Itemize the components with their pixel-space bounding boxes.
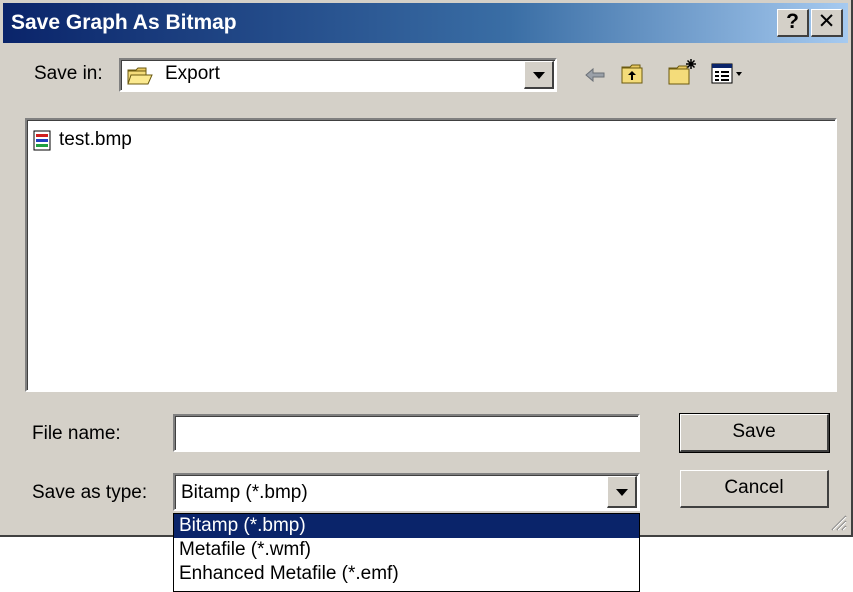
new-folder-icon[interactable] [668, 57, 698, 87]
close-icon: ✕ [817, 10, 836, 33]
save-button[interactable]: Save [679, 413, 830, 453]
help-icon: ? [786, 10, 799, 33]
save-as-type-combobox[interactable]: Bitamp (*.bmp) [173, 473, 640, 511]
resize-grip-icon[interactable] [829, 513, 847, 531]
save-dialog: Save Graph As Bitmap ? ✕ Save in: Export [0, 0, 853, 537]
file-name: test.bmp [59, 129, 132, 150]
folder-icon [127, 67, 153, 85]
save-in-label: Save in: [34, 63, 103, 84]
bitmap-file-icon [33, 130, 51, 151]
close-button[interactable]: ✕ [811, 9, 843, 37]
file-name-field[interactable] [173, 414, 640, 452]
type-option-wmf[interactable]: Metafile (*.wmf) [174, 538, 639, 562]
window-title: Save Graph As Bitmap [11, 11, 237, 34]
save-in-value: Export [165, 63, 220, 84]
view-menu-icon[interactable] [711, 63, 745, 85]
file-list[interactable]: test.bmp [25, 118, 837, 392]
title-bar[interactable]: Save Graph As Bitmap ? ✕ [3, 3, 848, 43]
save-as-type-dropdown-list[interactable]: Bitamp (*.bmp) Metafile (*.wmf) Enhanced… [173, 513, 640, 592]
type-option-emf[interactable]: Enhanced Metafile (*.emf) [174, 562, 639, 586]
save-as-type-label: Save as type: [32, 482, 148, 503]
save-as-type-value: Bitamp (*.bmp) [181, 482, 308, 503]
type-option-bmp[interactable]: Bitamp (*.bmp) [174, 514, 639, 538]
file-name-label: File name: [32, 423, 121, 444]
help-button[interactable]: ? [777, 9, 809, 37]
save-in-dropdown-arrow[interactable] [524, 61, 554, 89]
save-as-type-dropdown-arrow[interactable] [607, 476, 637, 508]
up-one-level-icon[interactable] [621, 62, 647, 86]
cancel-button[interactable]: Cancel [680, 470, 829, 508]
save-in-combobox[interactable]: Export [119, 58, 557, 92]
back-arrow-icon[interactable] [583, 64, 607, 86]
